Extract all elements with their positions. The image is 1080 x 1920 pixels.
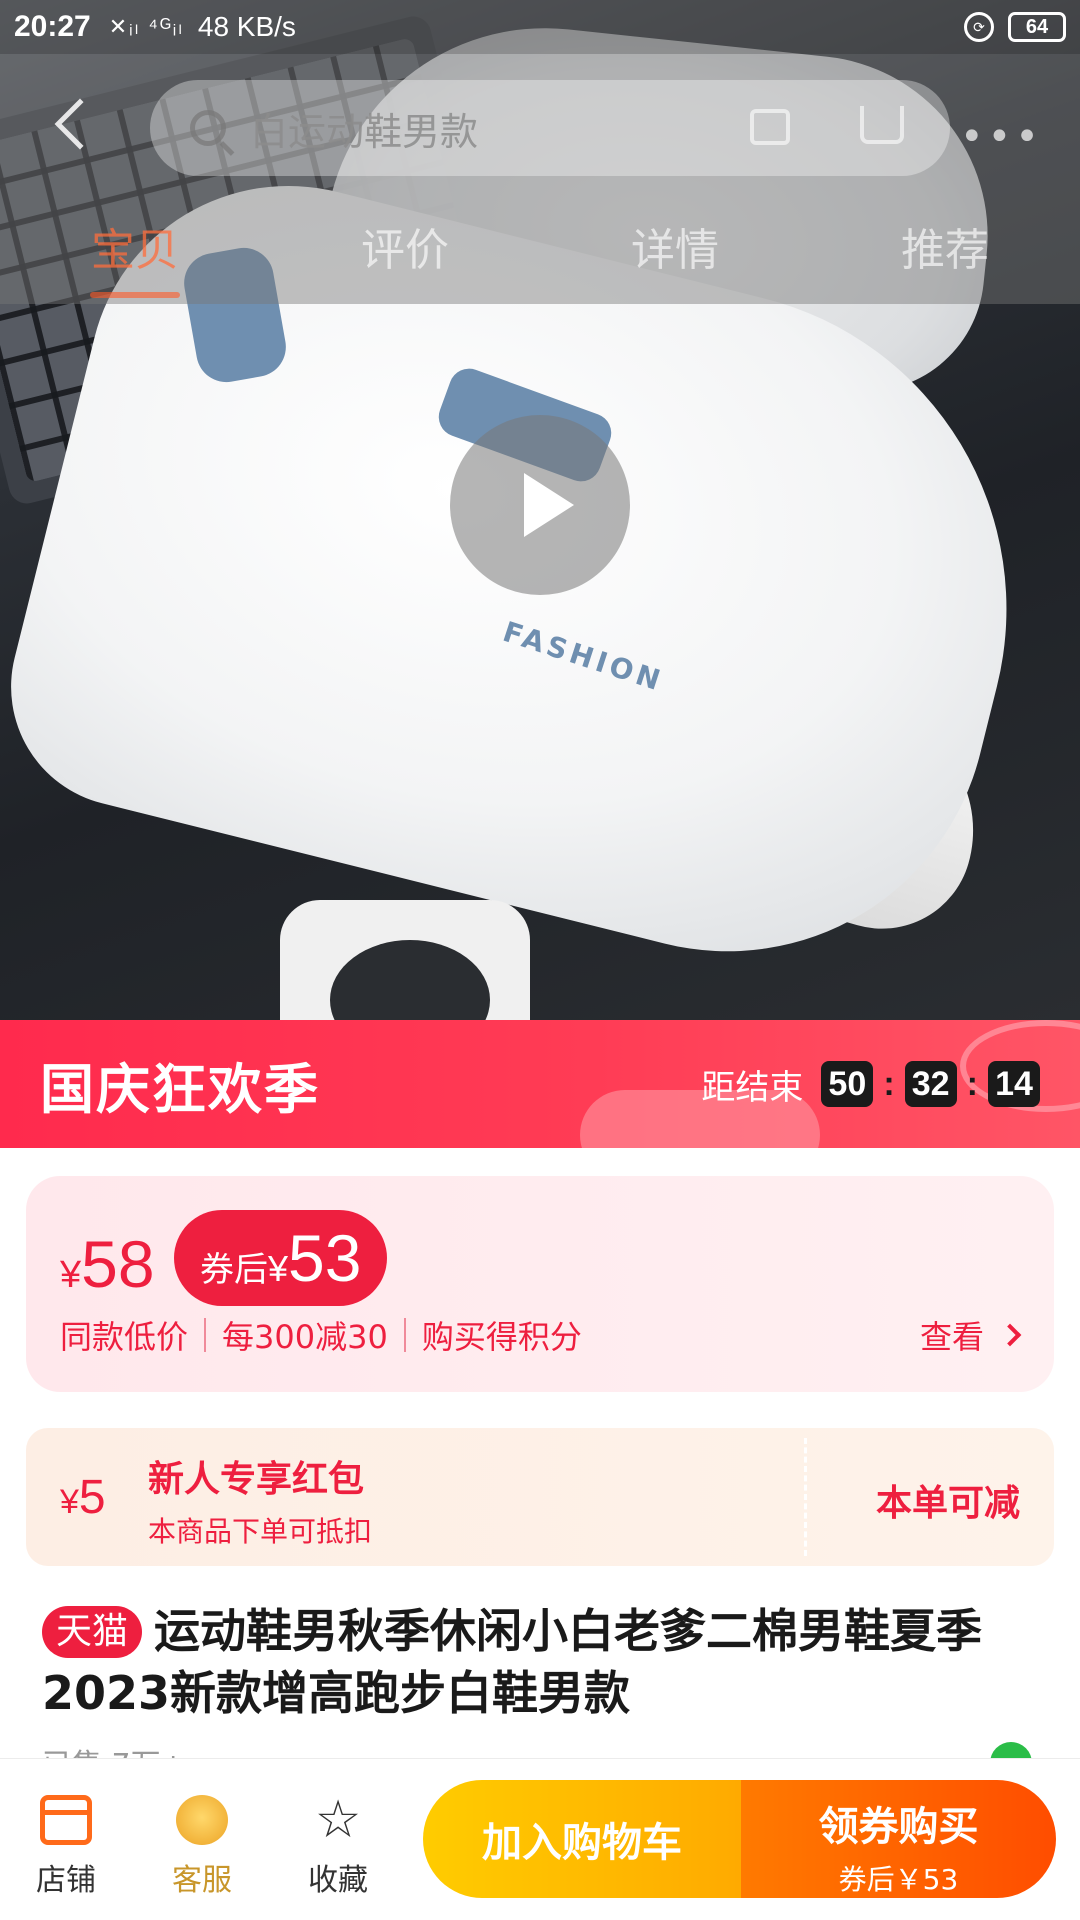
countdown-minutes: 32 <box>904 1061 957 1107</box>
section-tabs: 宝贝 评价 详情 推荐 <box>0 214 1080 304</box>
countdown-seconds: 14 <box>988 1061 1040 1107</box>
perk-lowest-price: 同款低价 <box>60 1318 189 1356</box>
red-packet-amount: ¥5 <box>60 1470 106 1525</box>
promo-banner[interactable]: 国庆狂欢季 距结束 50 : 32 : 14 <box>0 1020 1080 1148</box>
coupon-price-badge: 券后 ¥ 53 <box>174 1210 388 1306</box>
search-placeholder: 白运动鞋男款 <box>250 109 479 154</box>
coupon-divider <box>804 1438 807 1556</box>
tab-recommend[interactable]: 推荐 <box>810 214 1080 304</box>
red-packet-subtitle: 本商品下单可抵扣 <box>148 1515 373 1548</box>
original-price: ¥58 <box>60 1226 155 1302</box>
chevron-right-icon <box>998 1323 1022 1347</box>
store-icon <box>40 1795 92 1845</box>
promo-title: 国庆狂欢季 <box>40 1057 320 1121</box>
store-button[interactable]: 店铺 <box>6 1795 126 1899</box>
tab-details[interactable]: 详情 <box>540 214 810 304</box>
customer-service-label: 客服 <box>172 1863 232 1898</box>
customer-service-icon <box>176 1795 228 1845</box>
view-label: 查看 <box>919 1318 984 1356</box>
perk-divider <box>403 1318 406 1352</box>
top-navigation: 白运动鞋男款 ••• 宝贝 评价 详情 推荐 <box>0 54 1080 304</box>
perk-divider <box>204 1318 207 1352</box>
red-packet-value: 5 <box>78 1471 106 1524</box>
perk-discount: 每300减30 <box>222 1318 388 1356</box>
status-time: 20:27 <box>14 10 91 43</box>
network-speed: 48 KB/s <box>197 11 296 42</box>
original-price-value: 58 <box>81 1227 155 1301</box>
tmall-badge: 天猫 <box>42 1606 143 1658</box>
perk-points: 购买得积分 <box>421 1318 582 1356</box>
red-packet-title: 新人专享红包 <box>148 1459 365 1500</box>
share-icon[interactable] <box>750 109 790 145</box>
price-card: ¥58 券后 ¥ 53 同款低价 每300减30 购买得积分 查看 <box>26 1176 1054 1392</box>
add-to-cart-button[interactable]: 加入购物车 <box>423 1780 741 1898</box>
price-perks: 同款低价 每300减30 购买得积分 <box>60 1312 582 1358</box>
currency-symbol: ¥ <box>60 1254 82 1296</box>
rotation-lock-icon: ⟳ <box>964 12 994 42</box>
product-title-text: 运动鞋男秋季休闲小白老爹二棉男鞋夏季2023新款增高跑步白鞋男款 <box>42 1604 983 1720</box>
cart-icon[interactable] <box>860 106 904 144</box>
coupon-price-value: 53 <box>288 1221 362 1295</box>
buy-with-coupon-button[interactable]: 领券购买 券后￥53 <box>741 1780 1056 1898</box>
back-icon[interactable] <box>54 98 106 150</box>
star-icon: ☆ <box>314 1790 362 1850</box>
tab-item[interactable]: 宝贝 <box>0 214 270 304</box>
product-detail-page: FASHION 20:27 ✕ᵢₗ ⁴ᴳᵢₗ 48 KB/s ⟳ 64 白运动鞋… <box>0 0 1080 1920</box>
play-video-button[interactable] <box>450 415 630 595</box>
customer-service-button[interactable]: 客服 <box>142 1795 262 1899</box>
countdown-separator: : <box>883 1064 895 1103</box>
search-input[interactable]: 白运动鞋男款 <box>150 80 950 176</box>
tab-reviews[interactable]: 评价 <box>270 214 540 304</box>
currency-symbol: ¥ <box>60 1483 79 1521</box>
more-icon[interactable]: ••• <box>960 114 1043 160</box>
currency-symbol: ¥ <box>268 1248 289 1289</box>
status-bar: 20:27 ✕ᵢₗ ⁴ᴳᵢₗ 48 KB/s ⟳ 64 <box>0 0 1080 54</box>
favorite-label: 收藏 <box>308 1863 368 1898</box>
red-packet-coupon[interactable]: ¥5 新人专享红包 本商品下单可抵扣 本单可减 <box>26 1428 1054 1566</box>
signal-icon: ✕ᵢₗ ⁴ᴳᵢₗ <box>108 14 184 39</box>
play-icon <box>524 473 574 537</box>
buy-button-subprice: 券后￥53 <box>838 1863 959 1896</box>
store-label: 店铺 <box>36 1863 96 1898</box>
countdown-hours: 50 <box>821 1061 874 1107</box>
product-title: 天猫 运动鞋男秋季休闲小白老爹二棉男鞋夏季2023新款增高跑步白鞋男款 <box>42 1600 1042 1724</box>
search-icon <box>190 110 226 146</box>
coupon-label: 券后 <box>200 1250 268 1290</box>
battery-icon: 64 <box>1008 12 1066 42</box>
red-packet-action[interactable]: 本单可减 <box>876 1474 1020 1526</box>
countdown-label: 距结束 <box>701 1067 804 1108</box>
countdown: 距结束 50 : 32 : 14 <box>701 1060 1040 1109</box>
buy-button-label: 领券购买 <box>818 1804 979 1850</box>
favorite-button[interactable]: ☆ 收藏 <box>278 1790 398 1899</box>
view-price-details-link[interactable]: 查看 <box>919 1312 1022 1358</box>
countdown-separator: : <box>966 1064 978 1103</box>
